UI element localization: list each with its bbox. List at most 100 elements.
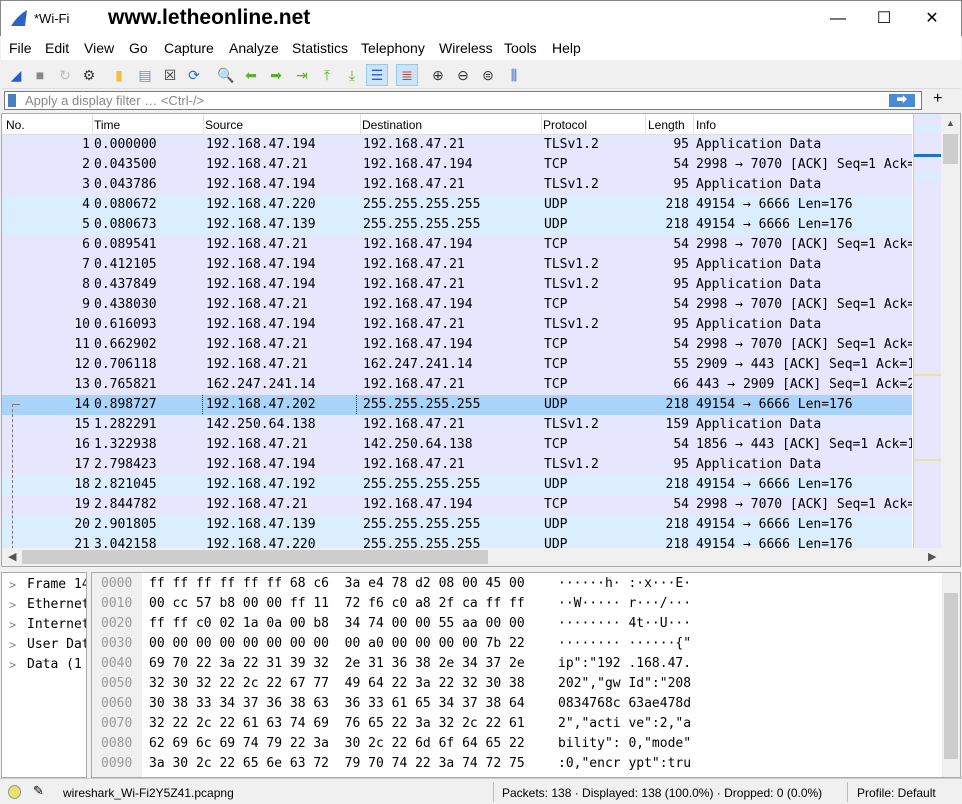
hex-offset[interactable]: 0040 (101, 654, 132, 674)
go-last-icon[interactable]: ⤓ (341, 64, 363, 86)
column-divider[interactable] (541, 114, 542, 135)
hex-bytes[interactable]: 00 00 00 00 00 00 00 00 00 a0 00 00 00 0… (149, 634, 525, 654)
go-back-icon[interactable]: ⬅ (240, 64, 262, 86)
display-filter-input[interactable]: Apply a display filter … <Ctrl-/> ⮕ (4, 91, 922, 110)
column-header-no[interactable]: No. (6, 118, 25, 135)
go-first-icon[interactable]: ⤒ (316, 64, 338, 86)
hex-offset[interactable]: 0050 (101, 674, 132, 694)
expand-arrow-icon[interactable]: > (9, 595, 16, 615)
zoom-in-icon[interactable]: ⊕ (427, 64, 449, 86)
hex-bytes[interactable]: 69 70 22 3a 22 31 39 32 2e 31 36 38 2e 3… (149, 654, 525, 674)
menu-file[interactable]: File (9, 40, 32, 56)
hex-bytes[interactable]: 00 cc 57 b8 00 00 ff 11 72 f6 c0 a8 2f c… (149, 594, 525, 614)
hex-bytes[interactable]: 30 38 33 34 37 36 38 63 36 33 61 65 34 3… (149, 694, 525, 714)
packet-row[interactable]: 19 2.844782 192.168.47.21 192.168.47.194 TCP… (2, 495, 912, 515)
scroll-thumb[interactable] (944, 593, 958, 759)
hex-offset[interactable]: 0060 (101, 694, 132, 714)
hex-ascii[interactable]: ······h· :·x···E· (558, 574, 691, 594)
scroll-left-icon[interactable]: ◀ (8, 550, 16, 563)
tree-item[interactable]: > User Dat (2, 635, 86, 655)
menu-capture[interactable]: Capture (164, 40, 214, 56)
menu-tools[interactable]: Tools (504, 40, 537, 56)
apply-filter-button[interactable]: ⮕ (889, 94, 915, 107)
save-file-icon[interactable]: ▤ (134, 64, 156, 86)
hex-offset[interactable]: 0030 (101, 634, 132, 654)
resize-columns-icon[interactable]: ⫼ (503, 64, 525, 86)
expand-arrow-icon[interactable]: > (9, 635, 16, 655)
bytes-vertical-scrollbar[interactable] (942, 573, 960, 777)
hex-ascii[interactable]: 202","gw Id":"208 (558, 674, 691, 694)
go-to-packet-icon[interactable]: ⇥ (291, 64, 313, 86)
close-file-icon[interactable]: ☒ (159, 64, 181, 86)
colorize-icon[interactable]: ≣ (396, 64, 418, 86)
hex-ascii[interactable]: ··W····· r···/··· (558, 594, 691, 614)
packet-row[interactable]: 10 0.616093 192.168.47.194 192.168.47.21 TLS… (2, 315, 912, 335)
scroll-up-icon[interactable]: ▲ (946, 118, 955, 128)
packet-row[interactable]: 17 2.798423 192.168.47.194 192.168.47.21 TLS… (2, 455, 912, 475)
expand-arrow-icon[interactable]: > (9, 655, 16, 675)
expert-info-icon[interactable] (8, 785, 21, 799)
close-button[interactable]: ✕ (909, 5, 955, 33)
hex-ascii[interactable]: ········ 4t··U··· (558, 614, 691, 634)
expand-arrow-icon[interactable]: > (9, 575, 16, 595)
column-header-protocol[interactable]: Protocol (543, 118, 587, 135)
capture-options-icon[interactable]: ⚙ (78, 64, 100, 86)
scroll-thumb[interactable] (943, 134, 958, 164)
packet-row[interactable]: 5 0.080673 192.168.47.139 255.255.255.255 UD… (2, 215, 912, 235)
tree-item[interactable]: > Data (1 (2, 655, 86, 675)
hex-bytes[interactable]: 32 30 32 22 2c 22 67 77 49 64 22 3a 22 3… (149, 674, 525, 694)
hex-ascii[interactable]: bility": 0,"mode" (558, 734, 691, 754)
tree-item[interactable]: > Internet (2, 615, 86, 635)
menu-statistics[interactable]: Statistics (292, 40, 348, 56)
column-header-destination[interactable]: Destination (362, 118, 422, 135)
column-divider[interactable] (360, 114, 361, 135)
hex-ascii[interactable]: ip":"192 .168.47. (558, 654, 691, 674)
maximize-button[interactable]: ☐ (861, 5, 907, 33)
hex-ascii[interactable]: ········ ······{" (558, 634, 691, 654)
tree-item[interactable]: > Frame 14 (2, 575, 86, 595)
hex-offset[interactable]: 0090 (101, 754, 132, 774)
shark-fin-start-icon[interactable]: ◢ (5, 64, 27, 86)
hex-offset[interactable]: 0000 (101, 574, 132, 594)
open-file-icon[interactable]: ▮ (108, 64, 130, 86)
menu-telephony[interactable]: Telephony (361, 40, 425, 56)
auto-scroll-icon[interactable]: ☰ (366, 64, 388, 86)
scroll-thumb[interactable] (22, 550, 488, 564)
packet-row[interactable]: 18 2.821045 192.168.47.192 255.255.255.255 U… (2, 475, 912, 495)
packet-row[interactable]: 2 0.043500 192.168.47.21 192.168.47.194 TCP 5… (2, 155, 912, 175)
add-filter-button[interactable]: + (933, 90, 942, 108)
tree-item[interactable]: > Ethernet (2, 595, 86, 615)
packet-list-vertical-scrollbar[interactable]: ▲ (941, 114, 960, 548)
packet-list-horizontal-scrollbar[interactable]: ◀ ▶ (2, 548, 960, 566)
bookmark-icon[interactable] (8, 94, 16, 107)
scroll-right-icon[interactable]: ▶ (928, 550, 936, 563)
hex-offset[interactable]: 0080 (101, 734, 132, 754)
hex-offset[interactable]: 0020 (101, 614, 132, 634)
profile-selector[interactable]: Profile: Default (857, 786, 936, 800)
packet-row[interactable]: 1 0.000000 192.168.47.194 192.168.47.21 TLSv… (2, 135, 912, 155)
packet-row[interactable]: 15 1.282291 142.250.64.138 192.168.47.21 TLS… (2, 415, 912, 435)
hex-bytes[interactable]: 3a 30 2c 22 65 6e 63 72 79 70 74 22 3a 7… (149, 754, 525, 774)
menu-view[interactable]: View (84, 40, 114, 56)
menu-help[interactable]: Help (552, 40, 581, 56)
hex-offset[interactable]: 0070 (101, 714, 132, 734)
column-header-info[interactable]: Info (696, 118, 716, 135)
normal-size-icon[interactable]: ⊜ (477, 64, 499, 86)
zoom-out-icon[interactable]: ⊖ (452, 64, 474, 86)
column-divider[interactable] (203, 114, 204, 135)
hex-bytes[interactable]: ff ff ff ff ff ff 68 c6 3a e4 78 d2 08 0… (149, 574, 525, 594)
minimize-button[interactable]: — (815, 5, 861, 33)
hex-ascii[interactable]: :0,"encr ypt":tru (558, 754, 691, 774)
packet-row[interactable]: 4 0.080672 192.168.47.220 255.255.255.255 UD… (2, 195, 912, 215)
packet-minimap[interactable] (913, 114, 942, 548)
column-divider[interactable] (693, 114, 694, 135)
stop-icon[interactable]: ■ (29, 64, 51, 86)
packet-row[interactable]: 11 0.662902 192.168.47.21 192.168.47.194 TCP… (2, 335, 912, 355)
go-forward-icon[interactable]: ➡ (265, 64, 287, 86)
packet-row[interactable]: 9 0.438030 192.168.47.21 192.168.47.194 TCP 5… (2, 295, 912, 315)
hex-bytes[interactable]: 32 22 2c 22 61 63 74 69 76 65 22 3a 32 2… (149, 714, 525, 734)
menu-go[interactable]: Go (129, 40, 148, 56)
column-header-length[interactable]: Length (648, 118, 685, 135)
reload-file-icon[interactable]: ⟳ (183, 64, 205, 86)
packet-row[interactable]: 7 0.412105 192.168.47.194 192.168.47.21 TLSv… (2, 255, 912, 275)
